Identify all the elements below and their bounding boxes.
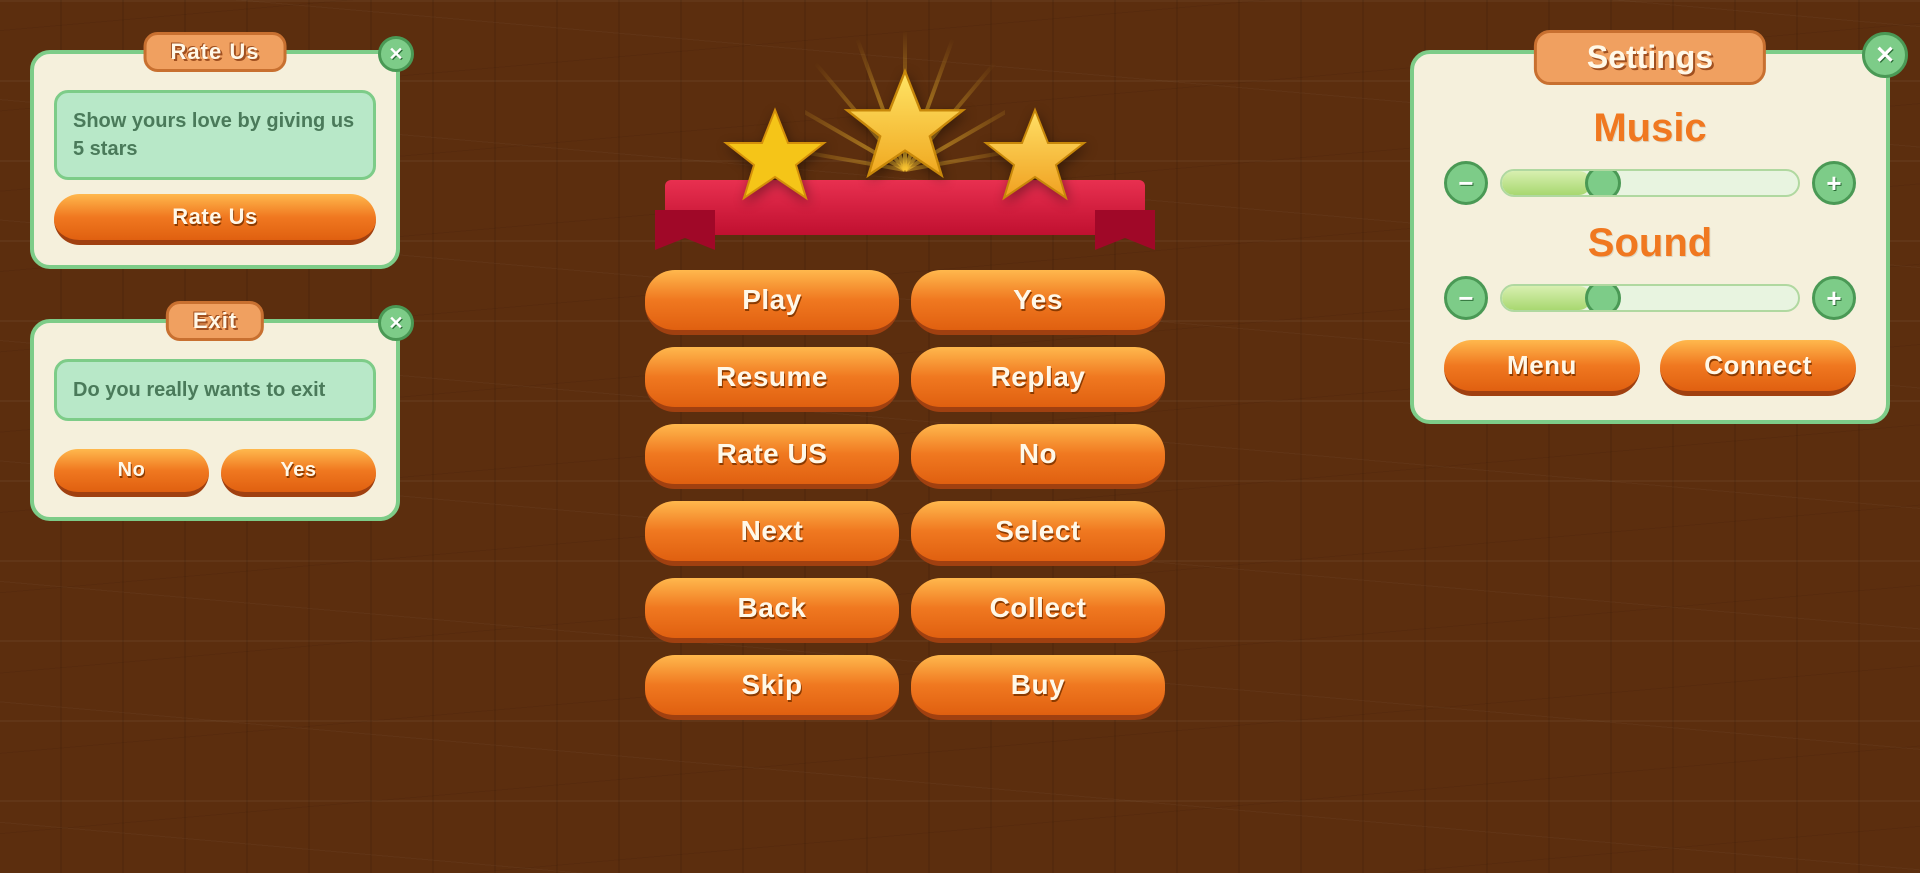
- center-column: PlayYesResumeReplayRate USNoNextSelectBa…: [400, 20, 1410, 720]
- settings-bottom-buttons: Menu Connect: [1444, 340, 1856, 396]
- sound-label: Sound: [1444, 221, 1856, 266]
- back-button[interactable]: Back: [645, 578, 899, 643]
- left-column: Rate Us ✕ Show yours love by giving us 5…: [30, 20, 400, 521]
- rate-us-button[interactable]: Rate US: [645, 424, 899, 489]
- rate-us-panel-title: Rate Us: [144, 32, 287, 72]
- music-slider-fill: [1502, 171, 1591, 195]
- rate-us-panel: Rate Us ✕ Show yours love by giving us 5…: [30, 50, 400, 269]
- music-minus-button[interactable]: −: [1444, 161, 1488, 205]
- rate-us-button[interactable]: Rate Us: [54, 194, 376, 245]
- settings-close-button[interactable]: ✕: [1862, 32, 1908, 78]
- exit-panel-title: Exit: [166, 301, 264, 341]
- layout: Rate Us ✕ Show yours love by giving us 5…: [0, 0, 1920, 873]
- buy-button[interactable]: Buy: [911, 655, 1165, 720]
- sound-plus-button[interactable]: +: [1812, 276, 1856, 320]
- skip-button[interactable]: Skip: [645, 655, 899, 720]
- rate-us-content: Show yours love by giving us 5 stars: [54, 90, 376, 180]
- yes-button[interactable]: Yes: [911, 270, 1165, 335]
- collect-button[interactable]: Collect: [911, 578, 1165, 643]
- exit-content: Do you really wants to exit: [54, 359, 376, 421]
- sound-slider-thumb[interactable]: [1585, 284, 1621, 312]
- exit-panel: Exit ✕ Do you really wants to exit No Ye…: [30, 319, 400, 521]
- replay-button[interactable]: Replay: [911, 347, 1165, 412]
- exit-yes-button[interactable]: Yes: [221, 449, 376, 497]
- exit-close-button[interactable]: ✕: [378, 305, 414, 341]
- settings-panel: Settings ✕ Music − + Sound − +: [1410, 50, 1890, 424]
- star-3: [980, 105, 1090, 210]
- music-slider-row: − +: [1444, 161, 1856, 205]
- exit-buttons-row: No Yes: [54, 435, 376, 497]
- stars-row: [720, 65, 1090, 210]
- star-1: [720, 105, 830, 210]
- music-slider-track[interactable]: [1500, 169, 1800, 197]
- sound-slider-fill: [1502, 286, 1591, 310]
- select-button[interactable]: Select: [911, 501, 1165, 566]
- sound-minus-button[interactable]: −: [1444, 276, 1488, 320]
- game-buttons-grid: PlayYesResumeReplayRate USNoNextSelectBa…: [645, 270, 1165, 720]
- sound-slider-track[interactable]: [1500, 284, 1800, 312]
- star-2: [840, 65, 970, 190]
- next-button[interactable]: Next: [645, 501, 899, 566]
- music-slider-thumb[interactable]: [1585, 169, 1621, 197]
- settings-panel-title: Settings: [1534, 30, 1766, 85]
- menu-button[interactable]: Menu: [1444, 340, 1640, 396]
- sound-slider-row: − +: [1444, 276, 1856, 320]
- exit-no-button[interactable]: No: [54, 449, 209, 497]
- music-plus-button[interactable]: +: [1812, 161, 1856, 205]
- no-button[interactable]: No: [911, 424, 1165, 489]
- music-label: Music: [1444, 106, 1856, 151]
- rate-us-close-button[interactable]: ✕: [378, 36, 414, 72]
- ribbon-left-tail: [655, 210, 715, 250]
- right-column: Settings ✕ Music − + Sound − +: [1410, 20, 1890, 424]
- play-button[interactable]: Play: [645, 270, 899, 335]
- ribbon-right-tail: [1095, 210, 1155, 250]
- stars-banner: [655, 20, 1155, 250]
- connect-button[interactable]: Connect: [1660, 340, 1856, 396]
- resume-button[interactable]: Resume: [645, 347, 899, 412]
